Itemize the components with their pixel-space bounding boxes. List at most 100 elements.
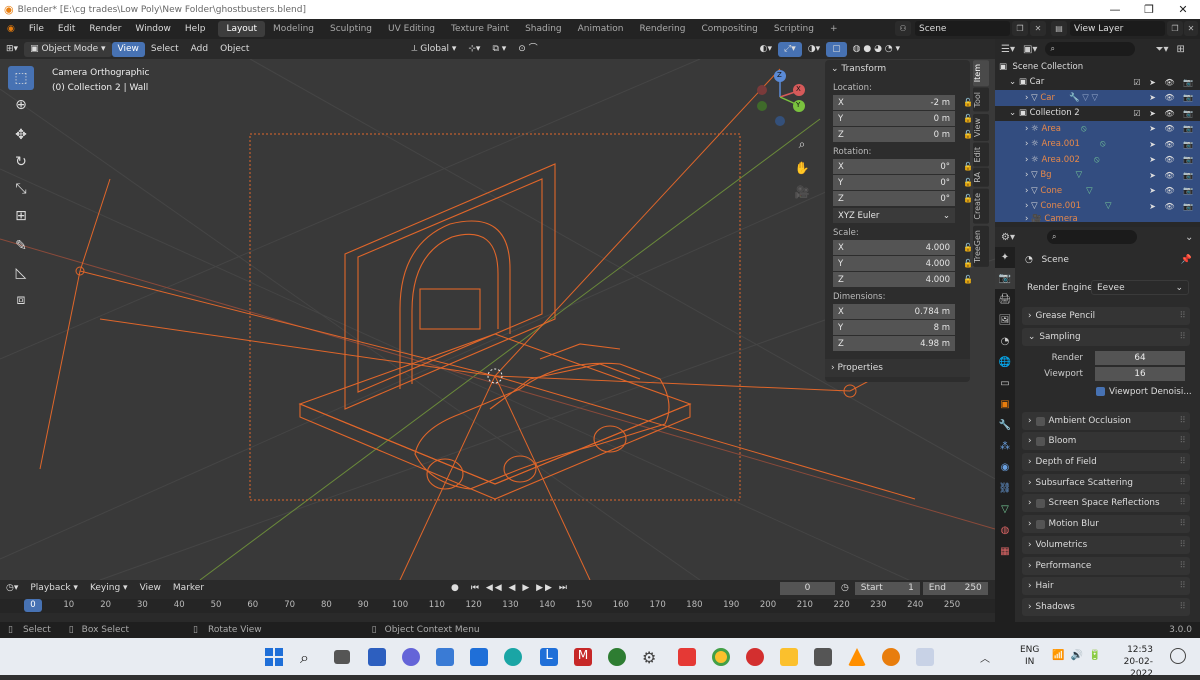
outliner-row-cone[interactable]: › ▽ Cone ▽ ➤ 👁 📷 [995, 183, 1200, 199]
mcafee-icon[interactable]: M [574, 648, 592, 666]
tab-edit[interactable]: Edit [973, 142, 989, 167]
visibility-icon[interactable]: ◐▾ [754, 42, 778, 57]
menu-render[interactable]: Render [82, 24, 128, 34]
drag-handle-icon[interactable]: ⠿ [1180, 498, 1186, 508]
section-performance[interactable]: › Performance ⠿ [1022, 557, 1190, 575]
constraints-tab-icon[interactable]: ⛓ [995, 478, 1015, 499]
drag-handle-icon[interactable]: ⠿ [1180, 581, 1186, 591]
tab-shading[interactable]: Shading [517, 21, 570, 37]
scale-z-field[interactable]: Z 4.000 🔓 [833, 272, 973, 287]
drag-handle-icon[interactable]: ⠿ [1180, 311, 1186, 321]
minimize-button[interactable]: — [1098, 0, 1132, 19]
marker-menu[interactable]: Marker [167, 583, 210, 593]
file-explorer-icon[interactable] [780, 648, 798, 666]
section-enable-checkbox[interactable] [1035, 498, 1045, 508]
playback-menu[interactable]: Playback ▾ [24, 583, 84, 593]
current-frame-indicator[interactable]: 0 [24, 599, 42, 612]
scale-x-field[interactable]: X 4.000 🔓 [833, 240, 973, 255]
scale-tool-icon[interactable]: ⤡ [8, 177, 34, 201]
playback-controls[interactable]: ⏮ ◀◀ ◀ ▶ ▶▶ ⏭ [465, 583, 575, 593]
menu-file[interactable]: File [22, 24, 51, 34]
section-enable-checkbox[interactable] [1035, 519, 1045, 529]
location-y-field[interactable]: Y0 m 🔓 [833, 111, 973, 126]
scene-browse-icon[interactable]: ⚇ [895, 21, 911, 36]
properties-search-field[interactable]: ⌕ [1046, 230, 1137, 244]
dimensions-y-field[interactable]: Y8 m [833, 320, 955, 335]
world-tab-icon[interactable]: 🌐 [995, 352, 1015, 373]
settings-icon[interactable]: ⚙ [642, 648, 660, 667]
section-bloom[interactable]: › Bloom ⠿ [1022, 432, 1190, 450]
drag-handle-icon[interactable]: ⠿ [1180, 540, 1186, 550]
pan-hand-icon[interactable]: ✋ [793, 156, 811, 180]
particles-tab-icon[interactable]: ⁂ [995, 436, 1015, 457]
drag-handle-icon[interactable]: ⠿ [1180, 478, 1186, 488]
filter-icon[interactable]: ⏷▾ [1155, 44, 1168, 55]
outliner-row-camera[interactable]: › 🎥 Camera [995, 214, 1200, 222]
section-volumetrics[interactable]: › Volumetrics ⠿ [1022, 536, 1190, 554]
editor-type-icon[interactable]: ⊞▾ [0, 42, 24, 57]
properties-options-icon[interactable]: ⌄ [1185, 232, 1193, 243]
add-cube-tool-icon[interactable]: ⧈ [8, 288, 34, 312]
tab-ra[interactable]: RA [973, 168, 989, 187]
start-button-icon[interactable] [265, 648, 283, 666]
drag-handle-icon[interactable]: ⠿ [1180, 332, 1186, 342]
measure-tool-icon[interactable]: ◺ [8, 261, 34, 285]
close-button[interactable]: ✕ [1166, 0, 1200, 19]
transform-header[interactable]: ⌄ Transform [825, 60, 970, 78]
office-icon[interactable] [678, 648, 696, 666]
tab-layout[interactable]: Layout [218, 21, 266, 37]
section-hair[interactable]: › Hair ⠿ [1022, 577, 1190, 595]
section-enable-checkbox[interactable] [1035, 436, 1045, 446]
end-frame-field[interactable]: End 250 [922, 581, 988, 595]
notifications-icon[interactable] [1170, 648, 1186, 664]
render-tab-icon[interactable]: 📷 [995, 268, 1015, 289]
section-shadows[interactable]: › Shadows ⠿ [1022, 598, 1190, 616]
tab-tool[interactable]: Tool [973, 88, 989, 112]
tab-create[interactable]: Create [973, 188, 989, 224]
scene-selector[interactable]: Scene [915, 21, 1010, 36]
tab-scripting[interactable]: Scripting [766, 21, 822, 37]
outliner-row-area[interactable]: › ☼ Area ⦸ ➤ 👁 📷 [995, 121, 1200, 137]
dimensions-z-field[interactable]: Z 4.98 m [833, 336, 955, 351]
dimensions-x-field[interactable]: X 0.784 m [833, 304, 955, 319]
section-ambient-occlusion[interactable]: › Ambient Occlusion ⠿ [1022, 412, 1190, 430]
rotation-y-field[interactable]: Y 0° 🔓 [833, 175, 973, 190]
view-layer-tab-icon[interactable]: 🖼 [995, 310, 1015, 331]
drag-handle-icon[interactable]: ⠿ [1180, 416, 1186, 426]
record-button-icon[interactable]: ● [445, 583, 465, 593]
keying-menu[interactable]: Keying ▾ [84, 583, 134, 593]
material-tab-icon[interactable]: ◍ [995, 520, 1015, 541]
camera-view-icon[interactable]: 🎥 [793, 180, 811, 204]
tray-icons[interactable]: 📶🔊🔋 [1052, 650, 1107, 661]
location-z-field[interactable]: Z0 m 🔓 [833, 127, 973, 142]
edge-icon[interactable] [504, 648, 522, 666]
delete-scene-icon[interactable]: ✕ [1030, 21, 1046, 36]
move-tool-icon[interactable]: ✥ [8, 123, 34, 147]
new-collection-icon[interactable]: ⊞ [1176, 44, 1184, 55]
active-blender-window-icon[interactable] [916, 648, 934, 666]
scene-tab-icon[interactable]: ◔ [995, 331, 1015, 352]
outliner-search-field[interactable]: ⌕ [1045, 42, 1136, 56]
shading-mode-icons[interactable]: ◍ ● ◕ ◔ ▾ [847, 42, 906, 57]
timeline-view-menu[interactable]: View [134, 583, 167, 593]
libreoffice-icon[interactable]: L [540, 648, 558, 666]
rotation-z-field[interactable]: Z 0° 🔓 [833, 191, 973, 206]
section-screen-space-reflections[interactable]: › Screen Space Reflections ⠿ [1022, 494, 1190, 512]
viewport-samples-field[interactable]: 16 [1095, 367, 1185, 381]
timeline-editor-type-icon[interactable]: ◷▾ [0, 583, 24, 593]
tab-compositing[interactable]: Compositing [693, 21, 765, 37]
menu-view[interactable]: View [111, 41, 145, 57]
start-frame-field[interactable]: Start 1 [854, 581, 920, 595]
downloads-icon[interactable] [814, 648, 832, 666]
blender-taskbar-icon[interactable] [882, 648, 900, 666]
section-depth-of-field[interactable]: › Depth of Field ⠿ [1022, 453, 1190, 471]
search-icon[interactable]: ⌕ [300, 648, 318, 667]
snap-icon[interactable]: ⧉ ▾ [486, 42, 512, 57]
tab-rendering[interactable]: Rendering [632, 21, 694, 37]
preview-range-icon[interactable]: ◷ [835, 583, 855, 593]
tab-uv-editing[interactable]: UV Editing [380, 21, 443, 37]
maximize-button[interactable]: ❐ [1132, 0, 1166, 19]
view-layer-icon[interactable]: ▤ [1051, 21, 1067, 36]
texture-tab-icon[interactable]: ▦ [995, 541, 1015, 562]
xray-toggle-icon[interactable]: ▢ [826, 41, 847, 57]
